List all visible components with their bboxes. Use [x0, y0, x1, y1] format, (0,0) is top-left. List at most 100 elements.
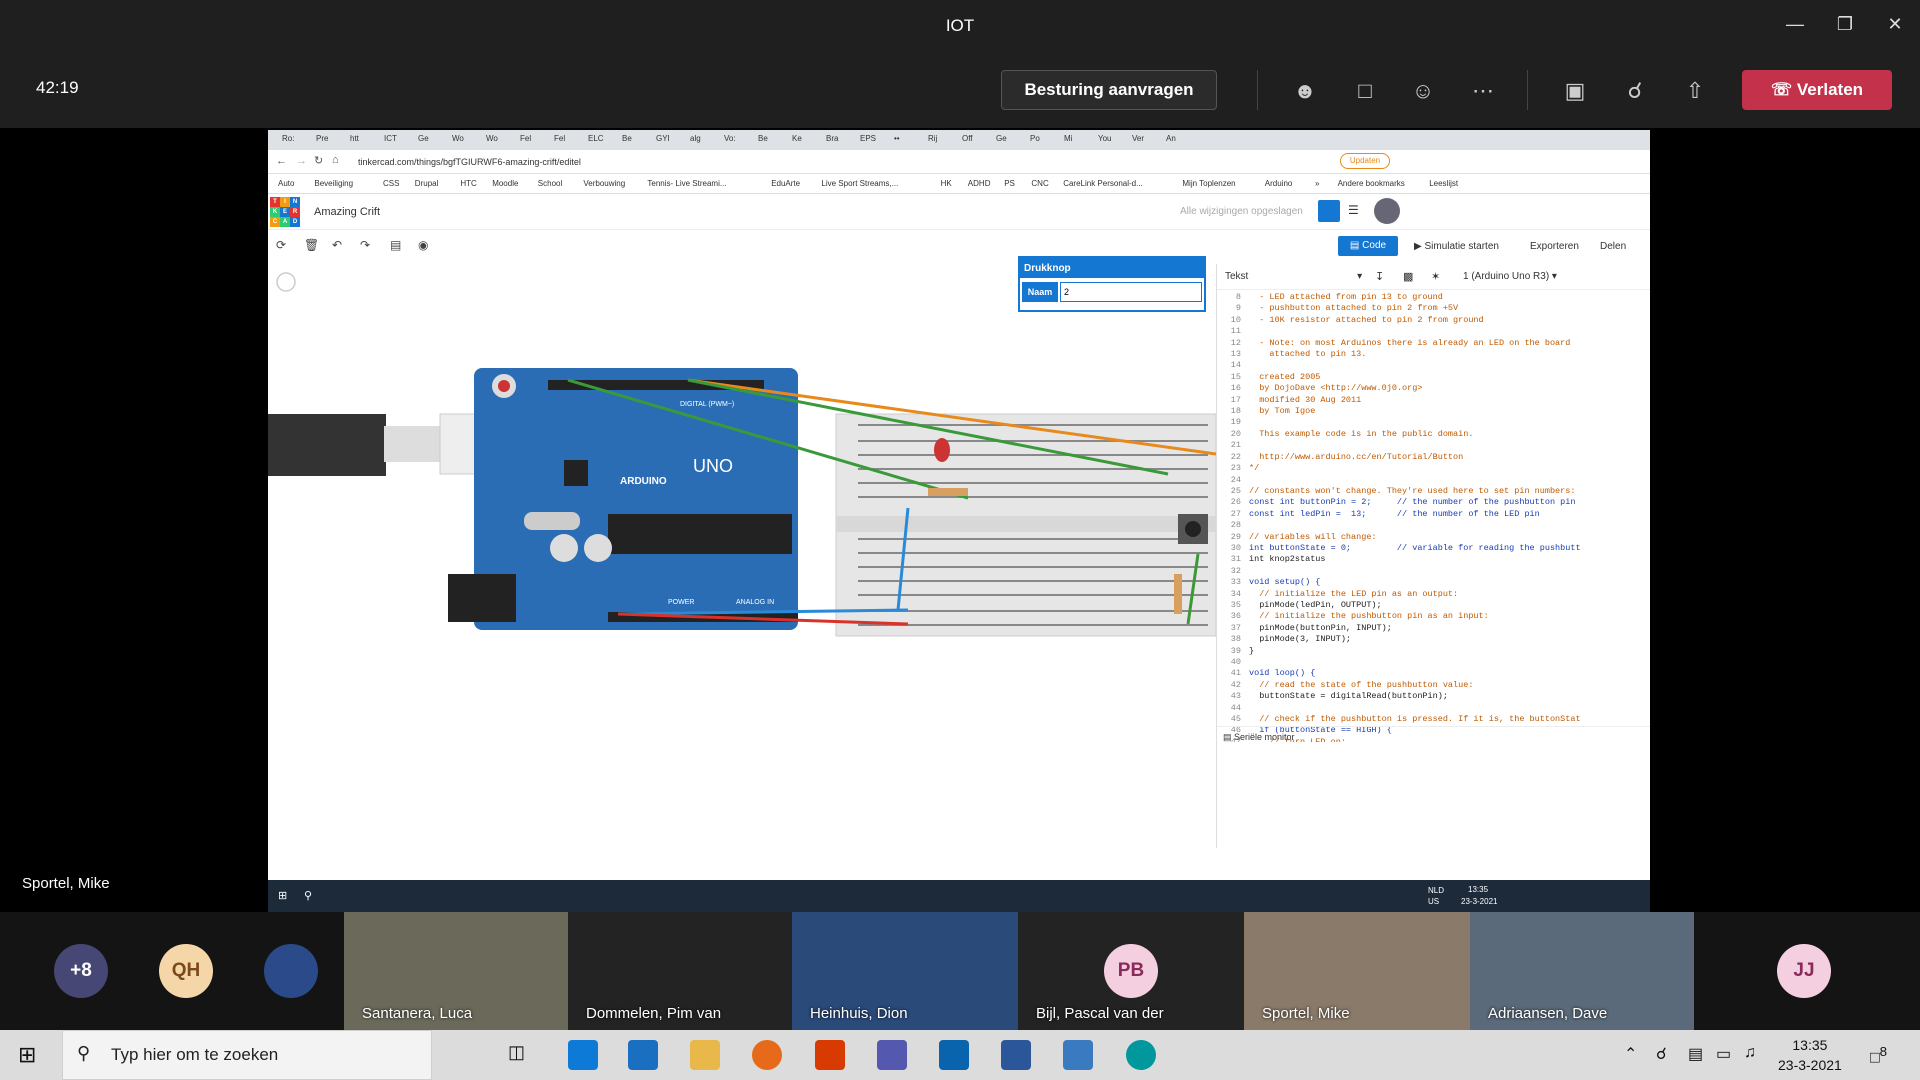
undo-icon[interactable]: ↶ — [332, 238, 342, 252]
mail-icon[interactable] — [628, 1040, 658, 1070]
device-select[interactable]: 1 (Arduino Uno R3) ▾ — [1463, 271, 1557, 282]
browser-tab[interactable]: Po — [1030, 134, 1040, 143]
video-tile[interactable]: Adriaansen, Dave — [1470, 912, 1694, 1030]
back-icon[interactable]: ← — [276, 155, 287, 167]
export-button[interactable]: Exporteren — [1530, 241, 1579, 252]
debug-icon[interactable]: ✶ — [1431, 270, 1440, 283]
update-button[interactable]: Updaten — [1340, 153, 1390, 169]
browser-tab[interactable]: Off — [962, 134, 973, 143]
close-icon[interactable]: ✕ — [1880, 14, 1910, 35]
bookmark-item[interactable]: EduArte — [771, 179, 800, 188]
video-tile[interactable]: Santanera, Luca — [344, 912, 568, 1030]
bookmark-item[interactable]: Auto — [278, 179, 294, 188]
notifications-icon[interactable]: □8 — [1870, 1044, 1887, 1067]
bookmark-item[interactable]: Live Sport Streams,... — [821, 179, 898, 188]
browser-tab[interactable]: Pre — [316, 134, 328, 143]
serial-monitor[interactable]: ▤ Seriële monitor — [1217, 726, 1650, 746]
arduino-icon[interactable] — [1126, 1040, 1156, 1070]
forward-icon[interactable]: → — [296, 155, 307, 167]
request-control-button[interactable]: Besturing aanvragen — [1001, 70, 1217, 110]
url-text[interactable]: tinkercad.com/things/bgfTGIURWF6-amazing… — [358, 157, 581, 167]
browser-tab[interactable]: Fel — [520, 134, 531, 143]
simulate-button[interactable]: ▶ Simulatie starten — [1414, 241, 1499, 252]
bookmark-item[interactable]: PS — [1004, 179, 1015, 188]
code-mode-select[interactable]: Tekst ▾ — [1225, 271, 1362, 282]
word-icon[interactable] — [1001, 1040, 1031, 1070]
eye-icon[interactable]: ◉ — [418, 238, 428, 252]
home-icon[interactable]: ⌂ — [332, 154, 339, 166]
task-view-icon[interactable]: ◫ — [508, 1042, 525, 1063]
share-button[interactable]: Delen — [1600, 241, 1626, 252]
code-editor[interactable]: 8 - LED attached from pin 13 to ground 9 … — [1217, 292, 1647, 742]
minimize-icon[interactable]: — — [1780, 14, 1810, 35]
user-avatar[interactable] — [1374, 198, 1400, 224]
participants-icon[interactable]: ☻ — [1290, 76, 1320, 106]
avatar-image[interactable] — [264, 944, 318, 998]
reactions-icon[interactable]: ☺ — [1408, 76, 1438, 106]
chat-icon[interactable]: □ — [1350, 76, 1380, 106]
tinkercad-logo[interactable]: TINKERCAD — [270, 197, 300, 227]
bookmark-item[interactable]: CareLink Personal-d... — [1063, 179, 1143, 188]
browser-tab[interactable]: Bra — [826, 134, 838, 143]
browser-tab[interactable]: Ke — [792, 134, 802, 143]
browser-tab[interactable]: An — [1166, 134, 1176, 143]
bookmark-item[interactable]: HTC — [460, 179, 476, 188]
bookmark-item[interactable]: Verbouwing — [583, 179, 625, 188]
camera-off-icon[interactable]: ▣ — [1560, 76, 1590, 106]
battery-icon[interactable]: ▭ — [1716, 1044, 1731, 1064]
bookmark-item[interactable]: CSS — [383, 179, 399, 188]
bookmark-item[interactable]: Mijn Toplenzen — [1182, 179, 1235, 188]
bookmark-item[interactable]: School — [538, 179, 562, 188]
browser-tab[interactable]: GYI — [656, 134, 670, 143]
share-screen-icon[interactable]: ⇧ — [1680, 76, 1710, 106]
volume-icon[interactable]: ♫ — [1744, 1044, 1756, 1062]
bookmark-item[interactable]: Leeslijst — [1429, 179, 1458, 188]
mic-icon[interactable]: ☌ — [1656, 1044, 1667, 1064]
video-tile[interactable]: Dommelen, Pim van — [568, 912, 792, 1030]
avatar-qh[interactable]: QH — [159, 944, 213, 998]
video-tile[interactable]: Heinhuis, Dion — [792, 912, 1018, 1030]
more-icon[interactable]: ⋯ — [1468, 76, 1498, 106]
bookmark-item[interactable]: Andere bookmarks — [1338, 179, 1405, 188]
bookmark-item[interactable]: » — [1315, 179, 1319, 188]
download-icon[interactable]: ↧ — [1375, 270, 1384, 283]
file-explorer-icon[interactable] — [690, 1040, 720, 1070]
search-icon[interactable]: ⚲ — [304, 889, 312, 902]
browser-tab[interactable]: Vo: — [724, 134, 736, 143]
redo-icon[interactable]: ↷ — [360, 238, 370, 252]
bookmark-item[interactable]: Tennis- Live Streami... — [647, 179, 726, 188]
upload-icon[interactable]: ▩ — [1403, 270, 1413, 283]
video-tile[interactable]: Sportel, Mike — [1244, 912, 1470, 1030]
bookmark-item[interactable]: Drupal — [415, 179, 439, 188]
project-name[interactable]: Amazing Crift — [314, 206, 380, 218]
rotate-icon[interactable]: ⟳ — [276, 238, 286, 252]
browser-tab[interactable]: Mi — [1064, 134, 1072, 143]
tray-chevron-icon[interactable]: ⌃ — [1624, 1044, 1637, 1064]
browser-tab[interactable]: Be — [758, 134, 768, 143]
list-view-icon[interactable]: ☰ — [1348, 203, 1359, 217]
bookmark-item[interactable]: Beveiliging — [314, 179, 353, 188]
overflow-participants[interactable]: +8 — [54, 944, 108, 998]
browser-tab[interactable]: alg — [690, 134, 701, 143]
network-icon[interactable]: ▤ — [1688, 1044, 1703, 1064]
browser-tab[interactable]: Ver — [1132, 134, 1144, 143]
browser-tab[interactable]: Fel — [554, 134, 565, 143]
browser-tab[interactable]: Rij — [928, 134, 937, 143]
browser-tab[interactable]: htt — [350, 134, 359, 143]
reload-icon[interactable]: ↻ — [314, 154, 323, 167]
browser-tab[interactable]: •• — [894, 134, 900, 143]
browser-tab[interactable]: Ge — [418, 134, 429, 143]
restore-icon[interactable]: ❐ — [1830, 14, 1860, 35]
bookmark-item[interactable]: Arduino — [1265, 179, 1293, 188]
browser-tab[interactable]: ICT — [384, 134, 397, 143]
leave-button[interactable]: ☏ Verlaten — [1742, 70, 1892, 110]
edge-icon[interactable] — [568, 1040, 598, 1070]
browser-tab[interactable]: Ge — [996, 134, 1007, 143]
bookmark-item[interactable]: HK — [941, 179, 952, 188]
circuit-view-icon[interactable] — [1318, 200, 1340, 222]
taskbar-search[interactable]: ⚲ Typ hier om te zoeken — [62, 1030, 432, 1080]
video-tile[interactable]: PB Bijl, Pascal van der — [1018, 912, 1244, 1030]
taskbar-clock[interactable]: 13:35 23-3-2021 — [1778, 1035, 1842, 1075]
browser-tab[interactable]: Be — [622, 134, 632, 143]
bookmark-item[interactable]: Moodle — [492, 179, 518, 188]
